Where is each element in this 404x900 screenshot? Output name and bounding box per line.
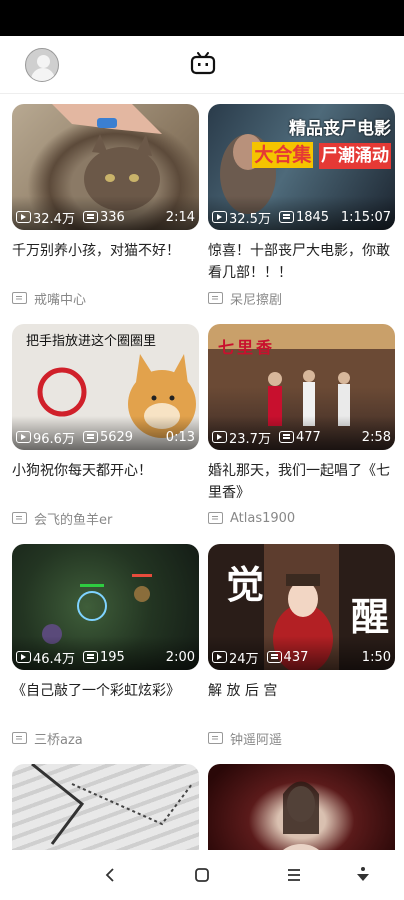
video-title[interactable]: 《自己敲了一个彩虹炫彩》 xyxy=(12,680,199,724)
view-count: 46.4万 xyxy=(33,651,75,667)
play-count-icon xyxy=(16,211,31,223)
uploader-icon xyxy=(12,292,27,304)
duration: 0:13 xyxy=(165,429,195,445)
video-thumbnail[interactable]: 把手指放进这个圈圈里 96.6万 5629 0:13 xyxy=(12,324,199,450)
video-title[interactable]: 惊喜！十部丧尸大电影，你敢看几部！！！ xyxy=(208,240,395,284)
thumbnail-caption: 大合集 xyxy=(252,142,314,168)
video-card[interactable] xyxy=(12,764,199,850)
danmaku-icon xyxy=(278,211,294,223)
video-thumbnail[interactable] xyxy=(12,764,199,850)
uploader-name[interactable]: 呆尼擦剧 xyxy=(230,289,282,308)
hide-nav-icon[interactable] xyxy=(352,864,374,886)
thumbnail-caption: 醒 xyxy=(350,594,389,639)
uploader-name[interactable]: 戒嘴中心 xyxy=(34,289,86,308)
video-feed[interactable]: 32.4万 336 2:14 千万别养小孩，对猫不好！ 戒嘴中心 精品丧尸电影 … xyxy=(0,94,404,850)
video-thumbnail[interactable]: 精品丧尸电影 大合集 尸潮涌动 32.5万 1845 1:15:07 xyxy=(208,104,395,230)
view-count: 32.4万 xyxy=(33,211,75,227)
video-card[interactable]: 七里香 23.7万 477 2:58 婚礼那天，我们一起唱了《七里香》 Atla… xyxy=(208,324,395,528)
danmaku-icon xyxy=(82,211,98,223)
video-card[interactable]: 觉 醒 24万 437 1:50 解 放 后 宫 钟遥阿遥 xyxy=(208,544,395,748)
danmaku-count: 1845 xyxy=(295,209,330,225)
duration: 2:14 xyxy=(165,209,195,225)
uploader-icon xyxy=(12,732,27,744)
view-count: 24万 xyxy=(229,651,259,667)
video-title[interactable]: 解 放 后 宫 xyxy=(208,680,395,724)
video-title[interactable]: 小狗祝你每天都开心！ xyxy=(12,460,199,504)
play-count-icon xyxy=(212,431,227,443)
video-thumbnail[interactable] xyxy=(208,764,395,850)
video-card[interactable]: 46.4万 195 2:00 《自己敲了一个彩虹炫彩》 三桥aza xyxy=(12,544,199,748)
view-count: 23.7万 xyxy=(229,431,271,447)
video-title[interactable]: 千万别养小孩，对猫不好！ xyxy=(12,240,199,284)
video-thumbnail[interactable]: 觉 醒 24万 437 1:50 xyxy=(208,544,395,670)
video-card[interactable]: 把手指放进这个圈圈里 96.6万 5629 0:13 小狗祝你每天都开心！ 会飞… xyxy=(12,324,199,528)
system-nav-bar xyxy=(0,850,404,900)
video-thumbnail[interactable]: 32.4万 336 2:14 xyxy=(12,104,199,230)
top-bar xyxy=(0,36,404,94)
play-count-icon xyxy=(212,211,227,223)
danmaku-icon xyxy=(82,431,98,443)
uploader-name[interactable]: 三桥aza xyxy=(34,729,83,748)
video-thumbnail[interactable]: 46.4万 195 2:00 xyxy=(12,544,199,670)
uploader-icon xyxy=(12,512,27,524)
view-count: 32.5万 xyxy=(229,211,271,227)
recent-apps-button[interactable] xyxy=(283,864,305,886)
danmaku-count: 195 xyxy=(99,649,125,665)
video-card[interactable] xyxy=(208,764,395,850)
danmaku-icon xyxy=(82,651,98,663)
uploader-name[interactable]: 钟遥阿遥 xyxy=(230,729,282,748)
video-card[interactable]: 32.4万 336 2:14 千万别养小孩，对猫不好！ 戒嘴中心 xyxy=(12,104,199,308)
play-count-icon xyxy=(16,651,31,663)
duration: 1:50 xyxy=(361,649,391,665)
duration: 1:15:07 xyxy=(340,209,391,225)
duration: 2:58 xyxy=(361,429,391,445)
status-bar xyxy=(0,0,404,36)
home-button[interactable] xyxy=(191,864,213,886)
video-card[interactable]: 精品丧尸电影 大合集 尸潮涌动 32.5万 1845 1:15:07 惊喜！十部… xyxy=(208,104,395,308)
danmaku-icon xyxy=(266,651,282,663)
danmaku-count: 5629 xyxy=(99,429,134,445)
video-title[interactable]: 婚礼那天，我们一起唱了《七里香》 xyxy=(208,460,395,504)
duration: 2:00 xyxy=(165,649,195,665)
uploader-name[interactable]: Atlas1900 xyxy=(230,511,295,526)
user-avatar[interactable] xyxy=(25,48,59,82)
thumbnail-caption: 精品丧尸电影 xyxy=(289,119,391,139)
danmaku-count: 477 xyxy=(295,429,321,445)
thumbnail-caption: 尸潮涌动 xyxy=(319,143,391,169)
uploader-name[interactable]: 会飞的鱼羊er xyxy=(34,509,112,528)
tv-icon[interactable] xyxy=(190,52,216,76)
thumbnail-caption: 觉 xyxy=(226,562,265,607)
play-count-icon xyxy=(16,431,31,443)
play-count-icon xyxy=(212,651,227,663)
view-count: 96.6万 xyxy=(33,431,75,447)
uploader-icon xyxy=(208,292,223,304)
video-thumbnail[interactable]: 七里香 23.7万 477 2:58 xyxy=(208,324,395,450)
danmaku-count: 336 xyxy=(99,209,125,225)
uploader-icon xyxy=(208,512,223,524)
uploader-icon xyxy=(208,732,223,744)
danmaku-icon xyxy=(278,431,294,443)
danmaku-count: 437 xyxy=(283,649,309,665)
back-button[interactable] xyxy=(99,864,121,886)
